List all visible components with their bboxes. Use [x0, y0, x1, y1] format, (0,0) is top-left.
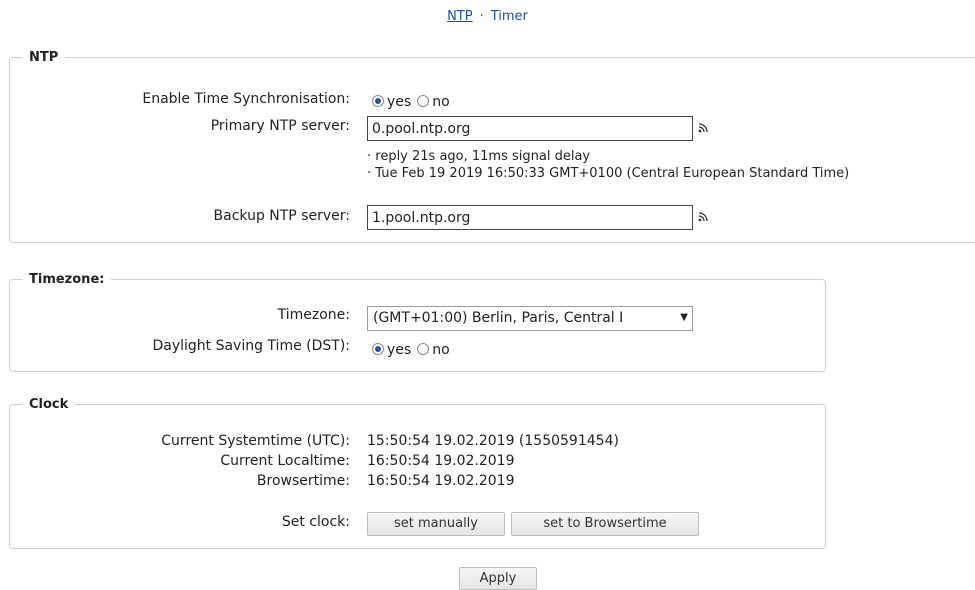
enable-sync-no-radio[interactable]: [417, 95, 430, 107]
primary-ntp-rss-icon: [698, 122, 709, 136]
ntp-legend: NTP: [29, 50, 59, 65]
dst-label: Daylight Saving Time (DST):: [152, 338, 350, 354]
enable-sync-no-label[interactable]: no: [432, 94, 449, 110]
systemtime-value: 15:50:54 19.02.2019 (1550591454): [367, 433, 619, 449]
nav-separator: ·: [479, 9, 484, 24]
primary-ntp-time-info: · Tue Feb 19 2019 16:50:33 GMT+0100 (Cen…: [367, 166, 850, 181]
systemtime-label: Current Systemtime (UTC):: [161, 433, 350, 449]
timezone-legend: Timezone:: [29, 272, 105, 287]
localtime-value: 16:50:54 19.02.2019: [367, 453, 515, 469]
enable-sync-label: Enable Time Synchronisation:: [142, 91, 350, 107]
primary-ntp-label: Primary NTP server:: [210, 118, 350, 134]
top-nav: NTP · Timer: [0, 9, 975, 24]
dst-no-label[interactable]: no: [432, 342, 449, 358]
nav-link-timer[interactable]: Timer: [491, 9, 528, 24]
primary-ntp-reply-info: · reply 21s ago, 11ms signal delay: [367, 149, 591, 164]
dst-yes-radio[interactable]: [372, 343, 384, 355]
dst-radios: yes no: [372, 342, 456, 358]
clock-legend: Clock: [29, 397, 69, 412]
set-browsertime-button[interactable]: set to Browsertime: [511, 512, 699, 536]
chevron-down-icon: ▼: [680, 312, 688, 323]
enable-sync-radios: yes no: [372, 94, 456, 110]
browsertime-value: 16:50:54 19.02.2019: [367, 473, 515, 489]
dst-yes-label[interactable]: yes: [387, 342, 411, 358]
timezone-label: Timezone:: [277, 307, 350, 323]
nav-link-ntp[interactable]: NTP: [447, 9, 473, 24]
set-manually-button[interactable]: set manually: [367, 512, 505, 536]
backup-ntp-rss-icon: [698, 211, 709, 225]
backup-ntp-input[interactable]: [367, 205, 693, 230]
enable-sync-yes-radio[interactable]: [372, 95, 384, 107]
timezone-select-value: (GMT+01:00) Berlin, Paris, Central I: [373, 310, 624, 326]
apply-button[interactable]: Apply: [459, 567, 537, 590]
timezone-select[interactable]: (GMT+01:00) Berlin, Paris, Central I ▼: [367, 306, 693, 331]
primary-ntp-input[interactable]: [367, 116, 693, 141]
dst-no-radio[interactable]: [417, 343, 430, 355]
localtime-label: Current Localtime:: [220, 453, 350, 469]
backup-ntp-label: Backup NTP server:: [213, 208, 350, 224]
browsertime-label: Browsertime:: [256, 473, 350, 489]
enable-sync-yes-label[interactable]: yes: [387, 94, 411, 110]
set-clock-label: Set clock:: [281, 514, 350, 530]
